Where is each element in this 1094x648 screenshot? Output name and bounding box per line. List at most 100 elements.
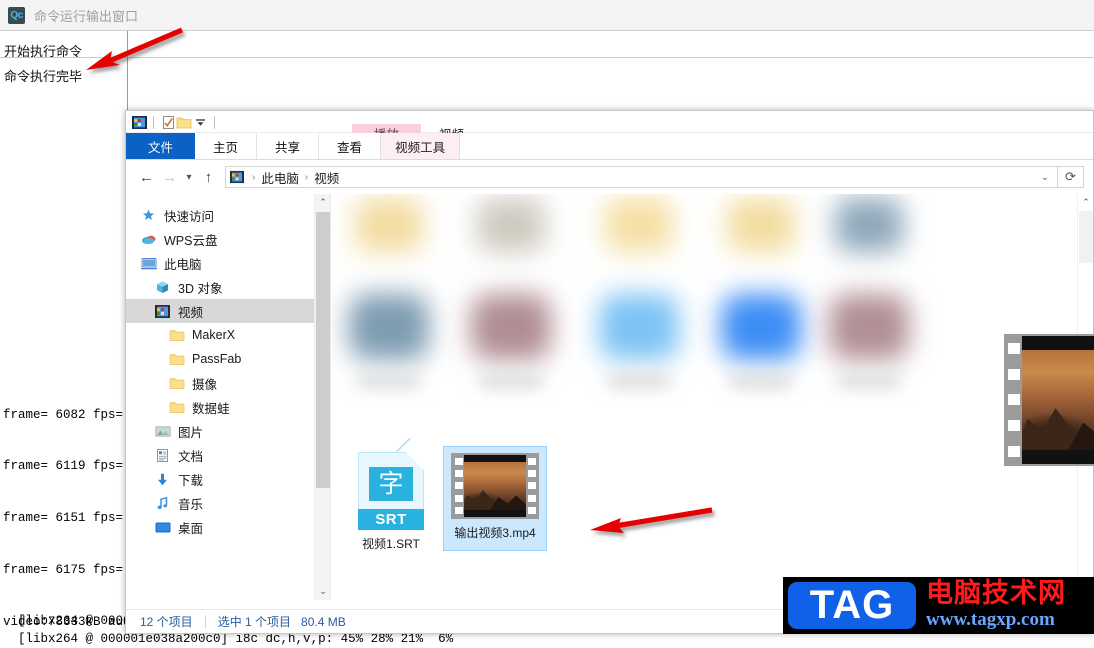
status-item-count: 12 个项目 bbox=[140, 615, 193, 629]
3d-object-icon bbox=[154, 279, 171, 296]
sidebar-item-label: MakerX bbox=[192, 328, 236, 342]
blurred-file-item bbox=[817, 194, 921, 434]
folder-icon bbox=[168, 375, 185, 392]
file-list-scroll-thumb[interactable] bbox=[1079, 211, 1093, 263]
sidebar-item-label: PassFab bbox=[192, 352, 242, 366]
folder-icon bbox=[168, 399, 185, 416]
desktop-icon bbox=[154, 519, 171, 536]
video-folder-icon bbox=[154, 303, 171, 320]
navigation-pane: 快速访问 WPS云盘 此电脑 3D 对象 视频 MakerX PassFab 摄… bbox=[126, 194, 331, 600]
sidebar-item-videos[interactable]: 视频 bbox=[126, 299, 330, 323]
file-list-pane[interactable]: 字 SRT 视频1.SRT 输出视频3.mp4 ⌃ bbox=[331, 194, 1093, 600]
sidebar-item-desktop[interactable]: 桌面 bbox=[126, 515, 330, 539]
explorer-title-bar: 播放 视频 bbox=[126, 111, 1093, 148]
sidebar-item-passfab[interactable]: PassFab bbox=[126, 347, 330, 371]
desktop-video-thumbnail bbox=[1004, 334, 1094, 466]
srt-file-icon: 字 SRT bbox=[358, 437, 424, 530]
sidebar-item-label: 摄像 bbox=[192, 377, 218, 392]
folder-icon bbox=[168, 327, 185, 344]
computer-icon bbox=[140, 255, 157, 272]
chevron-down-icon[interactable]: ⌄ bbox=[1041, 172, 1053, 183]
nav-scroll-thumb[interactable] bbox=[316, 212, 330, 488]
blurred-file-item bbox=[587, 194, 691, 434]
blurred-file-row bbox=[331, 194, 1077, 437]
downloads-icon bbox=[154, 471, 171, 488]
breadcrumb-separator: › bbox=[252, 171, 256, 183]
tab-file[interactable]: 文件 bbox=[126, 133, 196, 159]
console-message: 命令执行完毕 bbox=[4, 69, 83, 84]
blurred-file-item bbox=[459, 194, 563, 434]
sidebar-item-shujuwa[interactable]: 数据蛙 bbox=[126, 395, 330, 419]
file-item-mp4[interactable]: 输出视频3.mp4 bbox=[443, 446, 547, 551]
console-window-title: 命令运行输出窗口 bbox=[34, 8, 139, 24]
sidebar-item-documents[interactable]: 文档 bbox=[126, 443, 330, 467]
pictures-icon bbox=[154, 423, 171, 440]
sidebar-item-this-pc[interactable]: 此电脑 bbox=[126, 251, 330, 275]
scroll-up-icon[interactable]: ⌃ bbox=[315, 194, 330, 211]
sidebar-item-label: 数据蛙 bbox=[192, 401, 230, 416]
refresh-icon[interactable]: ⟳ bbox=[1058, 166, 1084, 188]
tab-share[interactable]: 共享 bbox=[257, 133, 320, 159]
breadcrumb[interactable]: › 此电脑 › 视频 ⌄ bbox=[225, 166, 1058, 188]
video-folder-icon bbox=[230, 170, 244, 184]
music-icon bbox=[154, 495, 171, 512]
sidebar-item-label: 3D 对象 bbox=[178, 281, 223, 296]
sidebar-item-pictures[interactable]: 图片 bbox=[126, 419, 330, 443]
srt-glyph: 字 bbox=[369, 467, 413, 501]
srt-badge: SRT bbox=[358, 509, 424, 530]
file-items-row: 字 SRT 视频1.SRT 输出视频3.mp4 bbox=[339, 437, 547, 551]
properties-checkmark-icon[interactable] bbox=[160, 114, 176, 130]
file-name-label: 输出视频3.mp4 bbox=[454, 526, 536, 540]
console-title-bar: Qc 命令运行输出窗口 bbox=[0, 0, 1094, 31]
toolbar-divider bbox=[214, 115, 215, 129]
breadcrumb-item-videos[interactable]: 视频 bbox=[314, 168, 339, 187]
address-bar: ← → ▾ ↑ › 此电脑 › 视频 ⌄ ⟳ bbox=[126, 160, 1093, 194]
sidebar-item-downloads[interactable]: 下载 bbox=[126, 467, 330, 491]
chevron-down-icon[interactable]: ▾ bbox=[181, 166, 197, 189]
sidebar-item-label: 桌面 bbox=[178, 521, 204, 536]
pin-star-icon bbox=[140, 207, 157, 224]
sidebar-item-label: 图片 bbox=[178, 425, 204, 440]
chevron-down-icon[interactable] bbox=[192, 114, 208, 130]
blurred-file-item bbox=[337, 194, 441, 434]
ribbon-tab-strip: 文件 主页 共享 查看 视频工具 bbox=[126, 133, 1093, 160]
sidebar-item-label: 视频 bbox=[178, 305, 204, 320]
site-watermark: TAG 电脑技术网 www.tagxp.com bbox=[783, 577, 1094, 634]
watermark-site-url: www.tagxp.com bbox=[926, 609, 1055, 630]
back-arrow-icon[interactable]: ← bbox=[135, 166, 158, 189]
quick-access-toolbar bbox=[131, 113, 221, 131]
sidebar-item-wps-cloud[interactable]: WPS云盘 bbox=[126, 227, 330, 251]
tab-video-tools[interactable]: 视频工具 bbox=[381, 133, 461, 159]
breadcrumb-separator: › bbox=[304, 171, 309, 183]
status-size: 80.4 MB bbox=[301, 614, 346, 629]
sidebar-item-label: WPS云盘 bbox=[164, 233, 218, 248]
folder-icon bbox=[168, 351, 185, 368]
sidebar-item-makerx[interactable]: MakerX bbox=[126, 323, 330, 347]
tab-view[interactable]: 查看 bbox=[319, 133, 382, 159]
file-item-srt[interactable]: 字 SRT 视频1.SRT bbox=[339, 437, 443, 551]
file-explorer-window: 播放 视频 文件 主页 共享 查看 视频工具 ← → ▾ ↑ bbox=[125, 110, 1094, 634]
sidebar-item-3d-objects[interactable]: 3D 对象 bbox=[126, 275, 330, 299]
watermark-site-name: 电脑技术网 bbox=[926, 578, 1066, 609]
tab-home[interactable]: 主页 bbox=[195, 133, 258, 159]
qc-app-icon: Qc bbox=[8, 6, 25, 24]
documents-icon bbox=[154, 447, 171, 464]
sidebar-item-shexiang[interactable]: 摄像 bbox=[126, 371, 330, 395]
sidebar-item-label: 音乐 bbox=[178, 497, 204, 512]
console-divider bbox=[0, 57, 1094, 58]
mp4-video-thumbnail bbox=[451, 453, 539, 519]
status-selection: 选中 1 个项目 bbox=[217, 615, 292, 629]
scroll-up-icon[interactable]: ⌃ bbox=[1078, 194, 1093, 211]
sidebar-item-music[interactable]: 音乐 bbox=[126, 491, 330, 515]
sidebar-item-label: 下载 bbox=[178, 473, 204, 488]
file-name-label: 视频1.SRT bbox=[362, 537, 420, 551]
sidebar-item-label: 文档 bbox=[178, 449, 204, 464]
new-folder-icon[interactable] bbox=[176, 114, 192, 130]
scroll-down-icon[interactable]: ⌄ bbox=[315, 583, 330, 600]
breadcrumb-item-this-pc[interactable]: 此电脑 bbox=[261, 168, 299, 187]
up-arrow-icon[interactable]: ↑ bbox=[197, 166, 220, 189]
toolbar-divider bbox=[153, 115, 154, 129]
sidebar-item-quick-access[interactable]: 快速访问 bbox=[126, 203, 330, 227]
forward-arrow-icon: → bbox=[162, 168, 177, 186]
nav-pane-scrollbar[interactable]: ⌃ ⌄ bbox=[314, 194, 330, 600]
